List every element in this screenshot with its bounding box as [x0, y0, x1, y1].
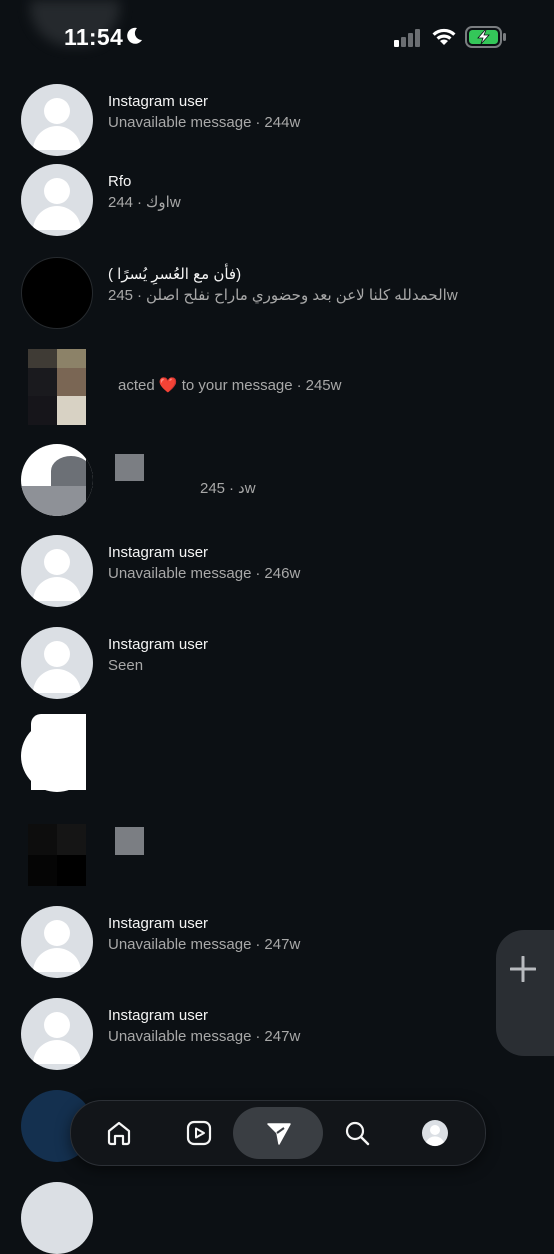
nav-home[interactable] [75, 1101, 163, 1165]
thread-preview: Unavailable message · 247w [108, 935, 528, 955]
separator: · [137, 194, 143, 211]
preview-text: Unavailable message [108, 1028, 252, 1045]
thread-age: 244w [264, 114, 301, 131]
new-message-button[interactable] [496, 930, 554, 1056]
avatar [21, 84, 93, 156]
nav-direct[interactable] [233, 1101, 323, 1165]
moon-icon [127, 27, 142, 44]
wifi-icon [432, 28, 456, 45]
preview-text: acted ❤️ to your message [118, 377, 293, 394]
default-avatar-icon [33, 98, 81, 150]
thread-name: Instagram user [108, 544, 209, 561]
plus-icon [510, 956, 536, 982]
thread-preview: Unavailable message · 244w [108, 113, 528, 133]
preview-text: الحمدلله كلنا لاعن بعد وحضوري ماراح نفلح… [146, 287, 447, 304]
thread-row[interactable]: Instagram user Seen [0, 623, 554, 703]
nav-reels[interactable] [155, 1101, 243, 1165]
thread-row[interactable]: acted ❤️ to your message · 245w [0, 347, 554, 427]
thread-row[interactable] [0, 712, 554, 792]
preview-text: Seen [108, 657, 144, 674]
thread-name-text: (فأن مع العُسرِ يُسرًا ) [108, 266, 242, 283]
nav-search[interactable] [313, 1101, 401, 1165]
reels-icon [186, 1120, 212, 1146]
thread-row[interactable] [0, 822, 554, 902]
pixelated-name [115, 827, 144, 855]
separator: · [229, 480, 235, 497]
thread-row[interactable]: Instagram user Unavailable message · 244w [0, 80, 554, 160]
thread-preview: اوك·244w [108, 193, 528, 213]
obscured-avatar [21, 714, 96, 792]
thread-age: 247w [264, 936, 301, 953]
avatar [21, 535, 93, 607]
default-avatar-icon [33, 178, 81, 230]
thread-name: Rfo [108, 173, 132, 190]
status-bar: 11:54 [0, 0, 554, 76]
thread-row[interactable]: Instagram user Unavailable message · 247w [0, 994, 554, 1074]
nav-profile[interactable] [391, 1101, 479, 1165]
thread-preview: Seen [108, 656, 528, 676]
thread-row[interactable]: (فأن مع العُسرِ يُسرًا ) الحمدلله كلنا ل… [0, 253, 554, 333]
default-avatar-icon [33, 549, 81, 601]
thread-age: 245w [200, 480, 256, 497]
status-time: 11:54 [64, 24, 124, 50]
avatar [21, 627, 93, 699]
thread-name: Instagram user [108, 1007, 209, 1024]
thread-preview: د·245w [200, 479, 554, 499]
default-avatar-icon [33, 1012, 81, 1064]
avatar [21, 906, 93, 978]
separator: · [255, 114, 261, 131]
preview-text: د [238, 480, 245, 497]
thread-age: 244w [108, 194, 181, 211]
thread-preview: Unavailable message · 246w [108, 564, 528, 584]
thread-name: Instagram user [108, 915, 209, 932]
signal-icon [394, 29, 420, 47]
separator: · [137, 287, 143, 304]
profile-icon [422, 1120, 448, 1147]
thread-age: 246w [264, 565, 301, 582]
pixelated-name [115, 454, 144, 481]
avatar [21, 257, 93, 329]
preview-text: Unavailable message [108, 114, 252, 131]
thread-age: 247w [264, 1028, 301, 1045]
avatar [21, 998, 93, 1070]
thread-age: 245w [305, 377, 342, 394]
battery-charging-icon [465, 26, 506, 48]
thread-name: (فأن مع العُسرِ يُسرًا ) [108, 265, 528, 285]
avatar [21, 164, 93, 236]
bottom-nav [70, 1100, 486, 1166]
default-avatar-icon [33, 920, 81, 972]
avatar [21, 444, 93, 516]
separator: · [255, 565, 261, 582]
thread-name: Instagram user [108, 636, 209, 653]
default-avatar-icon [33, 641, 81, 693]
preview-text: اوك [146, 194, 170, 211]
thread-row[interactable]: Instagram user Unavailable message · 246w [0, 531, 554, 611]
thread-preview: acted ❤️ to your message · 245w [118, 376, 538, 396]
search-icon [345, 1121, 370, 1146]
pixelated-avatar [28, 824, 86, 886]
thread-row[interactable]: Instagram user Unavailable message · 247w [0, 902, 554, 982]
preview-text: Unavailable message [108, 565, 252, 582]
partial-avatar [21, 1182, 93, 1254]
separator: · [296, 377, 302, 394]
direct-messages-icon [267, 1123, 291, 1145]
thread-name: Instagram user [108, 93, 209, 110]
thread-preview: الحمدلله كلنا لاعن بعد وحضوري ماراح نفلح… [108, 286, 528, 306]
home-icon [107, 1121, 131, 1146]
separator: · [255, 1028, 261, 1045]
pixelated-avatar [28, 349, 86, 425]
separator: · [255, 936, 261, 953]
thread-row[interactable]: Rfo اوك·244w [0, 160, 554, 240]
thread-preview: Unavailable message · 247w [108, 1027, 528, 1047]
preview-text: Unavailable message [108, 936, 252, 953]
thread-row[interactable]: د·245w [0, 440, 554, 520]
